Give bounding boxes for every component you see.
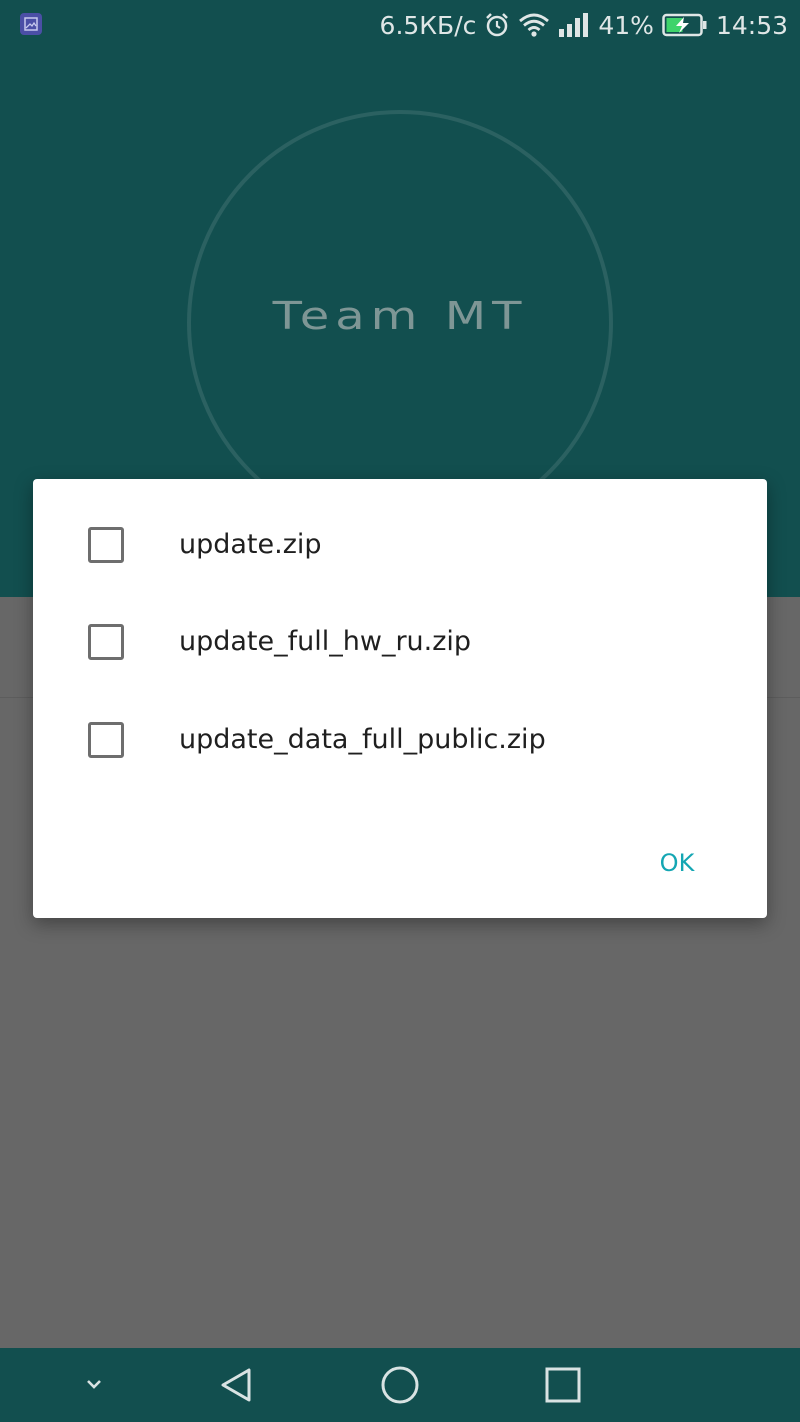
network-speed: 6.5КБ/с (379, 10, 477, 40)
ok-button[interactable]: OK (647, 839, 707, 887)
checkbox[interactable] (88, 527, 124, 563)
status-indicators: 6.5КБ/с 41% 14:53 (380, 0, 788, 50)
back-icon[interactable] (197, 1348, 277, 1422)
recents-icon[interactable] (523, 1348, 603, 1422)
navigation-bar (0, 1348, 800, 1422)
checkbox[interactable] (88, 722, 124, 758)
clock: 14:53 (715, 10, 788, 40)
wifi-icon (518, 12, 550, 38)
option-row-update-full-hw-ru-zip[interactable]: update_full_hw_ru.zip (33, 594, 767, 690)
chevron-down-icon[interactable] (54, 1348, 134, 1422)
gallery-notification-icon (20, 13, 42, 35)
option-row-update-zip[interactable]: update.zip (33, 497, 767, 593)
signal-icon (558, 12, 590, 38)
home-icon[interactable] (360, 1348, 440, 1422)
battery-charging-icon (662, 13, 708, 37)
battery-percent: 41% (598, 10, 654, 40)
option-label: update.zip (179, 529, 322, 560)
option-row-update-data-full-public-zip[interactable]: update_data_full_public.zip (33, 692, 767, 788)
option-label: update_data_full_public.zip (179, 724, 546, 755)
file-select-dialog: update.zip update_full_hw_ru.zip update_… (33, 479, 767, 918)
status-bar: 6.5КБ/с 41% 14:53 (0, 0, 800, 50)
checkbox[interactable] (88, 624, 124, 660)
option-label: update_full_hw_ru.zip (179, 626, 472, 657)
app-logo: Team MT (272, 293, 528, 339)
alarm-icon (484, 12, 510, 38)
